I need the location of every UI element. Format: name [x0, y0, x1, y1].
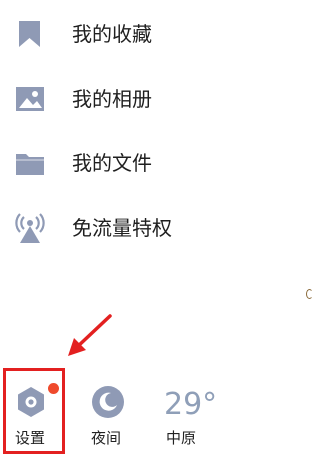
night-mode-label: 夜间: [91, 429, 122, 447]
image-icon: [16, 87, 44, 111]
menu-item-files[interactable]: 我的文件: [0, 135, 300, 191]
menu-item-favorites[interactable]: 我的收藏: [0, 6, 300, 62]
weather-temperature: 29°: [164, 387, 218, 422]
folder-icon: [16, 154, 44, 175]
menu-item-free-data[interactable]: 免流量特权: [0, 200, 300, 256]
side-drawer: 我的收藏 我的相册 我的文件 免流量特权 设置 夜间 29° 中原: [0, 0, 313, 457]
notification-badge: [48, 383, 59, 394]
gear-icon: [18, 387, 44, 417]
signal-tower-icon: [15, 213, 45, 243]
menu-item-label: 我的相册: [72, 87, 152, 111]
partial-glyph: [306, 289, 313, 299]
menu-item-album[interactable]: 我的相册: [0, 71, 300, 127]
bookmark-icon: [19, 21, 40, 47]
menu-item-label: 我的文件: [72, 151, 152, 175]
night-mode-button[interactable]: 夜间: [84, 380, 134, 450]
weather-city: 中原: [166, 429, 197, 447]
annotation-arrow: [68, 314, 112, 356]
menu-item-label: 免流量特权: [72, 216, 172, 240]
settings-label: 设置: [15, 429, 46, 447]
menu-item-label: 我的收藏: [72, 22, 152, 46]
moon-icon: [92, 386, 124, 418]
